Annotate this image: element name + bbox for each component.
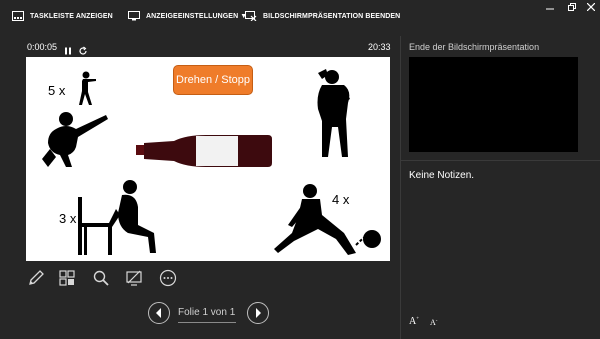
notes-divider [401,160,600,161]
reset-icon [79,46,87,55]
show-taskbar-button[interactable]: TASKLEISTE ANZEIGEN [12,8,113,24]
previous-icon [156,308,161,318]
next-slide-title: Ende der Bildschirmpräsentation [409,42,540,52]
display-settings-button[interactable]: ANZEIGEEINSTELLUNGEN ▼ [128,8,247,24]
restore-button[interactable] [563,1,581,13]
more-options-button[interactable] [158,268,178,288]
slides-grid-icon [59,270,75,286]
increase-font-button[interactable]: A+ [409,316,419,327]
see-all-slides-button[interactable] [57,268,77,288]
elapsed-time: 0:00:05 [27,42,58,52]
pause-button[interactable] [63,43,73,55]
pen-icon [29,270,44,285]
zoom-button[interactable] [91,268,111,288]
end-slideshow-label: BILDSCHIRMPRÄSENTATION BEENDEN [263,12,401,20]
next-slide-preview[interactable] [409,57,578,152]
zoom-icon [93,270,109,286]
ball-and-chain [355,230,381,248]
more-icon [159,269,177,287]
slide-counter-underline [178,322,236,323]
squat-figure [42,112,108,167]
speaker-notes: Keine Notizen. [409,170,475,181]
wine-bottle [136,135,272,167]
reset-timer-button[interactable] [78,43,88,55]
reps-label-bottom-left: 3 x [59,211,77,226]
end-show-icon [245,11,257,21]
chair-figure [78,180,156,255]
pause-icon [65,47,71,55]
drinking-figure [317,69,350,157]
display-settings-icon [128,11,140,21]
clock: 20:33 [368,42,391,52]
spin-stop-button[interactable]: Drehen / Stopp [173,65,253,95]
next-icon [256,308,261,318]
black-screen-button[interactable] [124,268,144,288]
presenter-toolbar: TASKLEISTE ANZEIGEN ANZEIGEEINSTELLUNGEN… [0,0,600,32]
screen-icon [126,270,142,286]
close-button[interactable] [582,1,600,13]
minimize-button[interactable] [541,1,559,13]
zombie-figure [79,71,96,105]
display-settings-label: ANZEIGEEINSTELLUNGEN [146,12,239,20]
decrease-font-button[interactable]: A- [430,318,437,327]
reps-label-bottom-right: 4 x [332,192,350,207]
end-slideshow-button[interactable]: BILDSCHIRMPRÄSENTATION BEENDEN [245,8,400,24]
show-taskbar-label: TASKLEISTE ANZEIGEN [30,12,113,20]
pen-tool-button[interactable] [26,268,46,288]
minimize-icon [546,8,554,10]
reps-label-top-left: 5 x [48,83,66,98]
current-slide[interactable]: Drehen / Stopp 5 x 3 x 4 x [26,57,390,261]
next-slide-button[interactable] [247,302,269,324]
slide-counter[interactable]: Folie 1 von 1 [178,307,235,318]
panel-divider [400,36,401,339]
close-icon [587,3,595,11]
restore-icon [568,3,576,11]
previous-slide-button[interactable] [148,302,170,324]
taskbar-icon [12,11,24,21]
